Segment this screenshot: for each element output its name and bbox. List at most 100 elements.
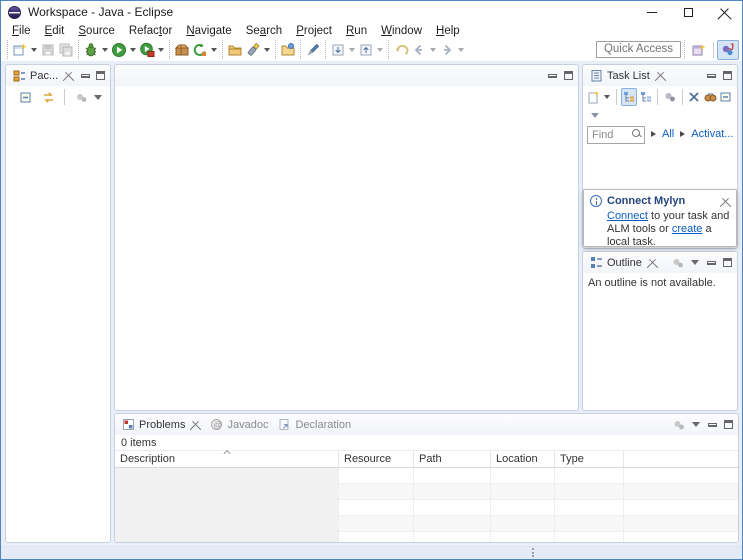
menu-refactor[interactable]: Refactor — [122, 25, 179, 37]
back-button[interactable] — [410, 41, 428, 59]
focus-button-disabled[interactable] — [72, 88, 90, 106]
panel-maximize-button[interactable] — [720, 418, 736, 432]
window-maximize-button[interactable] — [670, 1, 706, 23]
window-close-button[interactable] — [706, 1, 742, 23]
collapse-all-button[interactable] — [719, 88, 734, 106]
toolbar-overflow-chevron[interactable] — [591, 112, 599, 118]
quick-access-field[interactable]: Quick Access — [595, 41, 681, 58]
hide-completed-button[interactable] — [687, 88, 702, 106]
problems-count: 0 items — [115, 435, 738, 451]
menu-run[interactable]: Run — [339, 25, 374, 37]
perspective-separator — [713, 41, 714, 58]
new-wizard-button[interactable] — [11, 41, 29, 59]
column-path[interactable]: Path — [414, 451, 491, 467]
next-annotation-dropdown-caret[interactable] — [349, 47, 355, 52]
tab-close-icon[interactable] — [64, 71, 73, 80]
column-location[interactable]: Location — [491, 451, 555, 467]
toolbar-drag-handle[interactable] — [7, 40, 8, 59]
tab-close-icon[interactable] — [656, 71, 665, 80]
menu-source[interactable]: Source — [71, 25, 121, 37]
next-annotation-button[interactable] — [329, 41, 347, 59]
all-link[interactable]: All — [662, 128, 674, 140]
new-wizard-dropdown-caret[interactable] — [31, 47, 37, 52]
forward-button[interactable] — [438, 41, 456, 59]
status-drag-handle[interactable] — [532, 548, 534, 559]
back-dropdown-caret[interactable] — [430, 47, 436, 52]
open-resource-button[interactable] — [226, 41, 244, 59]
new-web-project-dropdown-caret[interactable] — [211, 47, 217, 52]
new-task-button[interactable] — [586, 88, 601, 106]
search-flashlight-button[interactable] — [244, 41, 262, 59]
tab-package-explorer[interactable]: Pac... — [8, 65, 78, 86]
previous-annotation-button[interactable] — [357, 41, 375, 59]
menu-help[interactable]: Help — [429, 25, 467, 37]
open-perspective-button[interactable] — [688, 40, 710, 60]
filter-button-disabled[interactable] — [670, 416, 688, 434]
panel-minimize-button[interactable] — [703, 69, 719, 83]
categorized-presentation-button[interactable] — [621, 88, 638, 106]
focus-workweek-button[interactable] — [703, 88, 718, 106]
column-type[interactable]: Type — [555, 451, 624, 467]
presentation-button-disabled[interactable] — [662, 88, 677, 106]
column-resource[interactable]: Resource — [339, 451, 414, 467]
mark-occurrences-button[interactable] — [304, 41, 322, 59]
view-menu-icon[interactable] — [94, 94, 102, 100]
save-button[interactable] — [39, 41, 57, 59]
panel-minimize-button[interactable] — [704, 418, 720, 432]
sort-button-disabled[interactable] — [669, 254, 687, 272]
menu-edit[interactable]: Edit — [38, 25, 72, 37]
coverage-dropdown-caret[interactable] — [158, 47, 164, 52]
panel-minimize-button[interactable] — [78, 69, 93, 83]
coverage-button[interactable] — [138, 41, 156, 59]
save-all-button[interactable] — [57, 41, 75, 59]
menu-project[interactable]: Project — [289, 25, 339, 37]
link-with-editor-button[interactable] — [39, 88, 57, 106]
tab-close-icon[interactable] — [191, 420, 200, 429]
menu-file[interactable]: File — [5, 25, 38, 37]
search-dropdown-caret[interactable] — [264, 47, 270, 52]
menu-navigate[interactable]: Navigate — [179, 25, 238, 37]
last-edit-location-button[interactable] — [392, 41, 410, 59]
tab-task-list[interactable]: Task List — [585, 65, 670, 86]
previous-annotation-dropdown-caret[interactable] — [377, 47, 383, 52]
all-expand-icon[interactable] — [651, 131, 656, 137]
window-minimize-button[interactable] — [634, 1, 670, 23]
view-menu-button[interactable] — [687, 256, 703, 270]
package-explorer-panel: Pac... — [5, 64, 111, 543]
create-link[interactable]: create — [672, 223, 703, 235]
tab-declaration[interactable]: Declaration — [273, 414, 356, 435]
run-button[interactable] — [110, 41, 128, 59]
popup-close-icon[interactable] — [721, 197, 730, 206]
debug-dropdown-caret[interactable] — [102, 47, 108, 52]
panel-maximize-button[interactable] — [93, 69, 108, 83]
editor-minimize-button[interactable] — [544, 69, 560, 83]
tab-problems[interactable]: Problems — [117, 414, 205, 435]
column-description[interactable]: Description — [115, 449, 339, 467]
tab-close-icon[interactable] — [648, 258, 657, 267]
open-type-button[interactable] — [279, 41, 297, 59]
tab-outline[interactable]: Outline — [585, 252, 662, 273]
activate-expand-icon[interactable] — [680, 131, 686, 137]
menu-search[interactable]: Search — [239, 25, 289, 37]
scheduled-presentation-button[interactable] — [638, 88, 653, 106]
activate-link[interactable]: Activat... — [691, 128, 733, 140]
panel-maximize-button[interactable] — [719, 69, 735, 83]
new-java-project-button[interactable] — [173, 41, 191, 59]
menu-window[interactable]: Window — [374, 25, 429, 37]
view-menu-button[interactable] — [688, 418, 704, 432]
new-web-project-button[interactable] — [191, 41, 209, 59]
panel-maximize-button[interactable] — [719, 256, 735, 270]
info-icon — [590, 195, 602, 207]
panel-minimize-button[interactable] — [703, 256, 719, 270]
run-dropdown-caret[interactable] — [130, 47, 136, 52]
java-perspective-button[interactable]: J — [717, 39, 739, 60]
outline-message: An outline is not available. — [588, 277, 716, 289]
tab-javadoc[interactable]: @ Javadoc — [205, 414, 273, 435]
debug-button[interactable] — [82, 41, 100, 59]
new-task-dropdown-caret[interactable] — [604, 95, 611, 99]
connect-link[interactable]: Connect — [607, 210, 648, 222]
collapse-all-button[interactable] — [17, 88, 35, 106]
workbench-area: Pac... Task List Find All Activat... Out… — [1, 61, 742, 546]
editor-maximize-button[interactable] — [560, 69, 576, 83]
forward-dropdown-caret[interactable] — [458, 47, 464, 52]
